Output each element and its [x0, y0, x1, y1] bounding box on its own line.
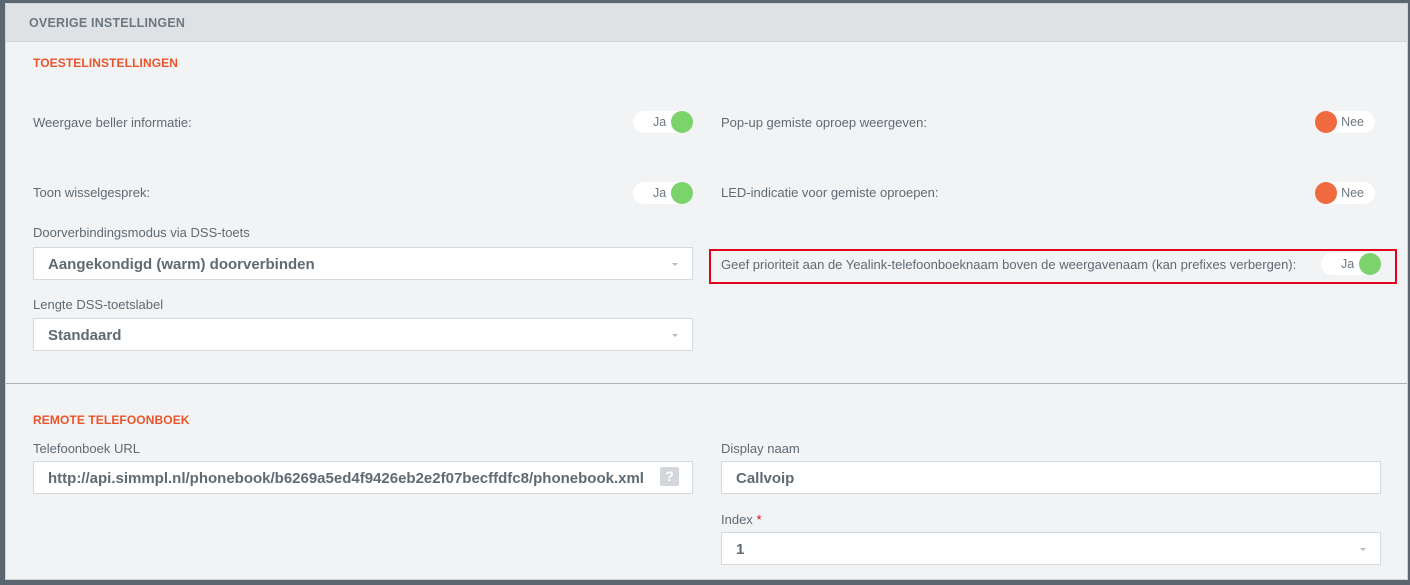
display-name-value: Callvoip — [736, 470, 795, 487]
section-title-device-settings: TOESTELINSTELLINGEN — [33, 56, 179, 70]
toggle-state-text: Ja — [653, 186, 667, 200]
led-missed-toggle[interactable]: Nee — [1315, 182, 1375, 204]
transfer-mode-label: Doorverbindingsmodus via DSS-toets — [33, 225, 250, 240]
toggle-knob — [1315, 182, 1337, 204]
index-select[interactable]: 1 — [721, 532, 1381, 565]
panel-header: OVERIGE INSTELLINGEN — [6, 4, 1407, 42]
panel-title: OVERIGE INSTELLINGEN — [29, 16, 186, 30]
yealink-priority-label: Geef prioriteit aan de Yealink-telefoonb… — [721, 257, 1297, 272]
chevron-down-icon — [672, 263, 678, 266]
dss-label-length-label: Lengte DSS-toetslabel — [33, 297, 164, 312]
toggle-knob — [671, 111, 693, 133]
chevron-down-icon — [1360, 548, 1366, 551]
call-waiting-toggle[interactable]: Ja — [633, 182, 693, 204]
display-name-input[interactable]: Callvoip — [721, 461, 1381, 494]
phonebook-url-label: Telefoonboek URL — [33, 441, 140, 456]
index-label: Index * — [721, 512, 762, 527]
toggle-state-text: Nee — [1341, 115, 1364, 129]
missed-popup-label: Pop-up gemiste oproep weergeven: — [721, 115, 927, 130]
led-missed-label: LED-indicatie voor gemiste oproepen: — [721, 185, 939, 200]
phonebook-url-input[interactable]: http://api.simmpl.nl/phonebook/b6269a5ed… — [33, 461, 693, 494]
required-marker: * — [756, 512, 762, 527]
phonebook-url-value: http://api.simmpl.nl/phonebook/b6269a5ed… — [48, 470, 644, 487]
toggle-knob — [1315, 111, 1337, 133]
index-value: 1 — [736, 541, 745, 558]
dss-label-length-value: Standaard — [48, 327, 122, 344]
toggle-knob — [671, 182, 693, 204]
caller-info-label: Weergave beller informatie: — [33, 115, 192, 130]
settings-panel: OVERIGE INSTELLINGEN TOESTELINSTELLINGEN… — [5, 3, 1408, 580]
transfer-mode-value: Aangekondigd (warm) doorverbinden — [48, 256, 315, 273]
caller-info-toggle[interactable]: Ja — [633, 111, 693, 133]
display-name-label: Display naam — [721, 441, 800, 456]
toggle-state-text: Ja — [653, 115, 667, 129]
help-icon[interactable]: ? — [660, 467, 679, 486]
yealink-priority-toggle[interactable]: Ja — [1321, 253, 1381, 275]
toggle-knob — [1359, 253, 1381, 275]
toggle-state-text: Nee — [1341, 186, 1364, 200]
call-waiting-label: Toon wisselgesprek: — [33, 185, 151, 200]
section-title-remote-phonebook: REMOTE TELEFOONBOEK — [33, 413, 190, 427]
chevron-down-icon — [672, 334, 678, 337]
index-label-text: Index — [721, 512, 753, 527]
section-divider — [6, 383, 1407, 384]
dss-label-length-select[interactable]: Standaard — [33, 318, 693, 351]
transfer-mode-select[interactable]: Aangekondigd (warm) doorverbinden — [33, 247, 693, 280]
missed-popup-toggle[interactable]: Nee — [1315, 111, 1375, 133]
toggle-state-text: Ja — [1341, 257, 1355, 271]
